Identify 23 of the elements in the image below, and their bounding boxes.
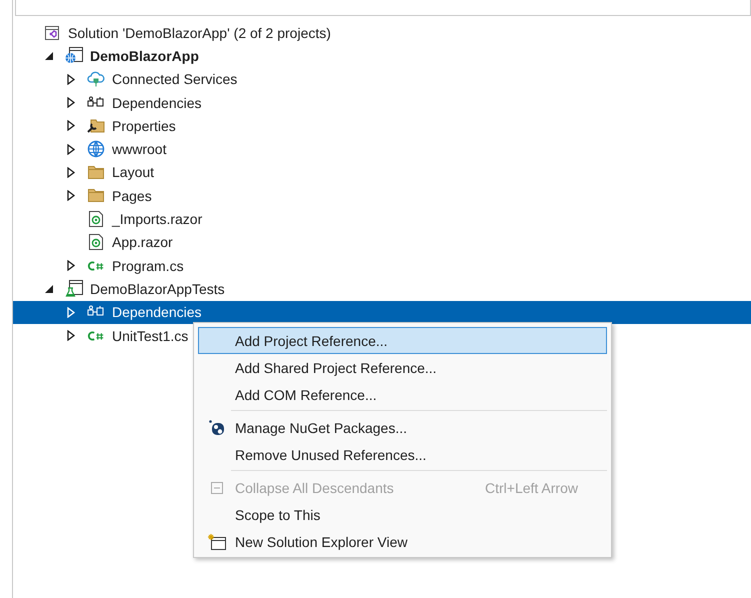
- tree-item-label: DemoBlazorAppTests: [90, 280, 225, 297]
- tree-item-label: Program.cs: [112, 258, 184, 274]
- tree-item-label: Connected Services: [112, 71, 238, 88]
- tree-item-label: UnitTest1.cs: [112, 328, 188, 344]
- tree-item-label: Pages: [112, 188, 152, 204]
- tree-item-label: App.razor: [112, 234, 173, 250]
- tree-item-label: Layout: [112, 164, 154, 180]
- menu-item-label: New Solution Explorer View: [235, 534, 408, 550]
- menu-item-label: Manage NuGet Packages...: [235, 420, 407, 436]
- menu-item-label: Add Shared Project Reference...: [235, 360, 437, 376]
- menu-item-label: Remove Unused References...: [235, 446, 426, 462]
- tree-item-label: wwwroot: [112, 141, 166, 158]
- tree-item-label: _Imports.razor: [112, 211, 202, 228]
- tree-item-label: Solution 'DemoBlazorApp' (2 of 2 projects): [68, 24, 331, 41]
- menu-item-label: Add COM Reference...: [235, 386, 377, 402]
- tree-item-label: DemoBlazorApp: [90, 48, 199, 64]
- shortcut-text: Ctrl+Left Arrow: [485, 480, 578, 496]
- menu-item-label: Scope to This: [235, 506, 320, 522]
- menu-item-label: Collapse All Descendants: [235, 480, 394, 496]
- tree-item-label: Properties: [112, 118, 176, 134]
- tree-item-label: Dependencies: [112, 304, 202, 320]
- tree-item-label: Dependencies: [112, 94, 202, 111]
- menu-item-label: Add Project Reference...: [235, 332, 388, 348]
